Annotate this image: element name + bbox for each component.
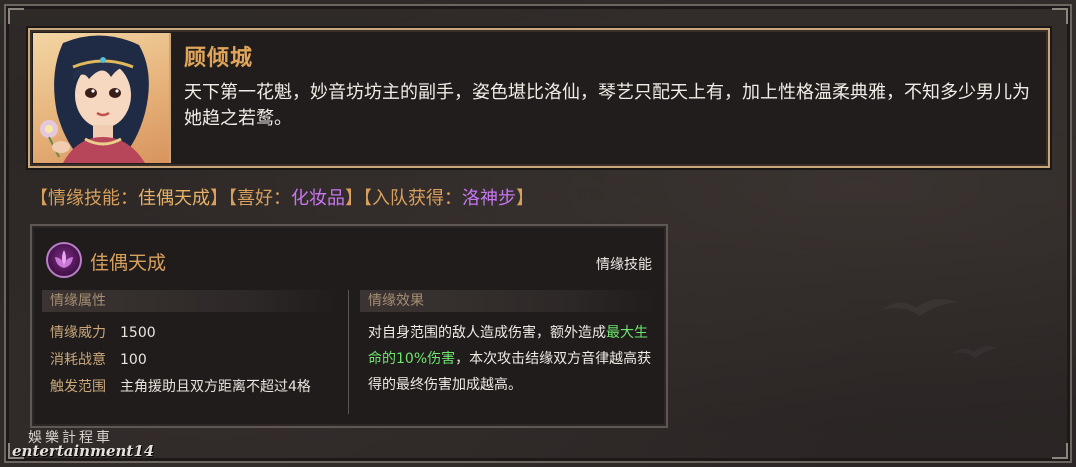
info-hobby-value: 化妆品 [291,188,345,209]
attribute-row: 触发范围 主角援助且双方距离不超过4格 [50,376,311,396]
attribute-key: 消耗战意 [50,352,106,368]
info-join-prefix: 】【入队获得： [345,188,462,209]
character-portrait [33,33,171,163]
attribute-value: 1500 [120,325,156,341]
attributes-header: 情缘属性 [42,290,340,312]
info-suffix: 】 [516,188,534,209]
attribute-row: 消耗战意 100 [50,349,147,369]
info-skill-prefix: 【情缘技能： [30,188,138,209]
bird-silhouette-icon [952,345,998,358]
skill-name: 佳偶天成 [90,252,167,274]
attribute-key: 触发范围 [50,379,106,395]
frame-corner [1052,8,1068,24]
attribute-value: 100 [120,352,147,368]
frame-corner [8,8,24,24]
attribute-row: 情缘威力 1500 [50,322,156,342]
skill-type-label: 情缘技能 [596,257,652,273]
skill-effect-text: 对自身范围的敌人造成伤害，额外造成最大生命的10%伤害，本次攻击结缘双方音律越高… [368,320,658,398]
character-description: 天下第一花魁，妙音坊坊主的副手，姿色堪比洛仙，琴艺只配天上有，加上性格温柔典雅，… [184,82,1030,129]
info-hobby-prefix: 】【喜好： [210,188,291,209]
attribute-value: 主角援助且双方距离不超过4格 [120,379,311,395]
character-card: 顾倾城 天下第一花魁，妙音坊坊主的副手，姿色堪比洛仙，琴艺只配天上有，加上性格温… [28,28,1050,168]
lotus-icon [55,250,73,268]
skill-panel: 佳偶天成 情缘技能 情缘属性 情缘效果 情缘威力 1500 消耗战意 100 触发范… [30,224,668,428]
info-skill-value: 佳偶天成 [138,188,210,209]
frame-corner [1052,443,1068,459]
bird-silhouette-icon [882,299,958,316]
section-divider [348,290,349,414]
effect-header: 情缘效果 [360,290,658,312]
attribute-key: 情缘威力 [50,325,106,341]
character-name: 顾倾城 [184,46,254,71]
watermark-english: entertainment14 [12,442,155,460]
effect-text-part1: 对自身范围的敌人造成伤害，额外造成 [368,325,606,341]
character-info-line: 【情缘技能：佳偶天成】【喜好：化妆品】【入队获得：洛神步】 [30,184,534,210]
info-join-value: 洛神步 [462,188,516,209]
skill-icon [46,242,82,278]
